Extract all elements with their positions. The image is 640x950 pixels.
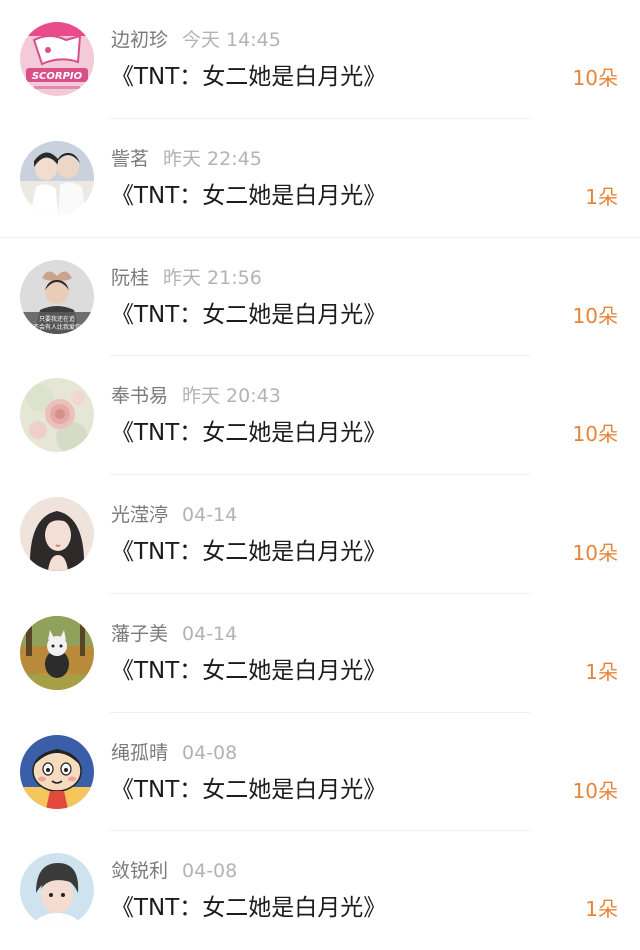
book-title: 《TNT：女二她是白月光》 (111, 895, 387, 922)
user-name: 光滢渟 (111, 504, 169, 526)
timestamp: 今天 14:45 (182, 29, 281, 51)
user-name: 敛锐利 (111, 860, 169, 883)
entry-meta: 边初珍 今天 14:45 (111, 28, 281, 52)
entry-meta: 阮桂 昨天 21:56 (111, 266, 262, 290)
book-title: 《TNT：女二她是白月光》 (111, 64, 387, 90)
heart-gesture-photo-avatar[interactable]: 只要我还在追 不会有人比我爱你 (20, 259, 94, 334)
user-name: 绳孤晴 (111, 741, 169, 764)
flower-count: 1朵 (585, 659, 618, 684)
flower-count: 1朵 (585, 184, 618, 209)
scorpio-cartoon-avatar[interactable]: SCORPIO (20, 22, 94, 96)
timestamp: 昨天 21:56 (163, 266, 262, 289)
couple-photo-avatar[interactable] (20, 140, 94, 215)
user-name: 边初珍 (111, 29, 169, 51)
timestamp: 昨天 20:43 (182, 385, 281, 408)
svg-text:SCORPIO: SCORPIO (32, 71, 83, 82)
entry-meta: 訾茗 昨天 22:45 (111, 147, 262, 171)
book-title: 《TNT：女二她是白月光》 (111, 776, 387, 803)
girl-portrait-avatar[interactable] (20, 497, 94, 571)
entry-meta: 敛锐利 04-08 (111, 859, 237, 883)
entry-meta: 绳孤晴 04-08 (111, 741, 237, 765)
flower-count: 10朵 (572, 541, 618, 565)
list-item[interactable]: 敛锐利 04-08 《TNT：女二她是白月光》 1朵 (0, 831, 640, 950)
flower-count: 10朵 (572, 778, 618, 803)
flower-count: 1朵 (585, 897, 618, 922)
book-title: 《TNT：女二她是白月光》 (111, 182, 387, 209)
list-item[interactable]: 光滢渟 04-14 《TNT：女二她是白月光》 10朵 (0, 475, 640, 594)
flower-count: 10朵 (572, 422, 618, 447)
timestamp: 04-14 (182, 622, 238, 645)
flower-count: 10朵 (572, 303, 618, 328)
entry-meta: 藩子美 04-14 (111, 622, 237, 646)
user-name: 訾茗 (111, 147, 150, 170)
list-item[interactable]: SCORPIO 边初珍 今天 14:45 《TNT：女二她是白月光》 10朵 (0, 0, 640, 119)
entry-meta: 光滢渟 04-14 (111, 503, 237, 527)
timestamp: 04-14 (182, 504, 238, 526)
entry-meta: 奉书易 昨天 20:43 (111, 384, 281, 408)
svg-text:不会有人比我爱你: 不会有人比我爱你 (33, 323, 81, 331)
book-title: 《TNT：女二她是白月光》 (111, 301, 387, 328)
child-photo-avatar[interactable] (20, 853, 94, 928)
timestamp: 昨天 22:45 (163, 147, 262, 170)
list-item[interactable]: 奉书易 昨天 20:43 《TNT：女二她是白月光》 10朵 (0, 356, 640, 475)
book-title: 《TNT：女二她是白月光》 (111, 657, 387, 684)
cartoon-boy-avatar[interactable] (20, 734, 94, 809)
rose-flower-avatar[interactable] (20, 378, 94, 453)
timestamp: 04-08 (182, 741, 238, 764)
timestamp: 04-08 (182, 860, 238, 883)
cat-autumn-avatar[interactable] (20, 615, 94, 690)
book-title: 《TNT：女二她是白月光》 (111, 420, 387, 447)
user-name: 阮桂 (111, 266, 150, 289)
user-name: 藩子美 (111, 622, 169, 645)
list-item[interactable]: 只要我还在追 不会有人比我爱你 阮桂 昨天 21:56 《TNT：女二她是白月光》… (0, 238, 640, 357)
svg-text:只要我还在追: 只要我还在追 (39, 315, 75, 323)
book-title: 《TNT：女二她是白月光》 (111, 539, 387, 565)
list-item[interactable]: 藩子美 04-14 《TNT：女二她是白月光》 1朵 (0, 594, 640, 713)
gift-record-list: SCORPIO 边初珍 今天 14:45 《TNT：女二她是白月光》 10朵 訾… (0, 0, 640, 928)
list-item[interactable]: 绳孤晴 04-08 《TNT：女二她是白月光》 10朵 (0, 713, 640, 832)
list-item[interactable]: 訾茗 昨天 22:45 《TNT：女二她是白月光》 1朵 (0, 119, 640, 238)
flower-count: 10朵 (572, 66, 618, 90)
user-name: 奉书易 (111, 385, 169, 408)
